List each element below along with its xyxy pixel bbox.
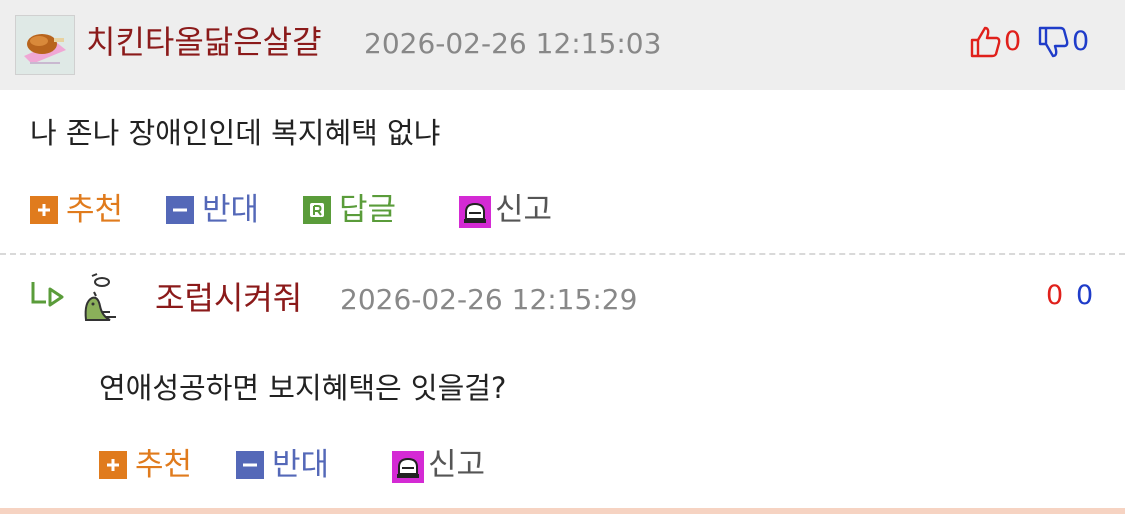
recommend-button[interactable]: 추천 <box>30 188 123 232</box>
report-button[interactable]: 신고 <box>459 188 552 232</box>
plus-icon <box>99 451 127 479</box>
minus-icon <box>236 451 264 479</box>
oppose-button[interactable]: 반대 <box>166 188 259 232</box>
comment-header: 치킨타올닮은살걀 2026-02-26 12:15:03 0 0 <box>0 0 1125 90</box>
up-count[interactable]: 0 <box>1046 276 1063 316</box>
comment-content: 연애성공하면 보지혜택은 잇을걸? <box>99 371 507 405</box>
comment-date: 2026-02-26 12:15:29 <box>340 283 638 316</box>
comment-date: 2026-02-26 12:15:03 <box>364 27 662 60</box>
oppose-label: 반대 <box>202 192 260 228</box>
user-avatar[interactable] <box>15 15 75 75</box>
plus-icon <box>30 196 58 224</box>
thumbs-down-icon <box>1036 25 1070 59</box>
report-label: 신고 <box>495 192 553 228</box>
section-bottom-border <box>0 508 1125 514</box>
comment-content: 나 존나 장애인인데 복지혜택 없냐 <box>30 116 441 150</box>
recommend-label: 추천 <box>66 192 124 228</box>
down-count[interactable]: 0 <box>1076 276 1093 316</box>
user-avatar[interactable] <box>80 272 120 326</box>
down-vote[interactable]: 0 <box>1036 22 1089 62</box>
nickname[interactable]: 치킨타올닮은살걀 <box>86 20 322 64</box>
reply-button[interactable]: 답글 <box>303 188 396 232</box>
minus-icon <box>166 196 194 224</box>
nickname[interactable]: 조럽시켜줘 <box>155 276 302 320</box>
recommend-label: 추천 <box>135 447 193 483</box>
siren-icon <box>392 451 424 483</box>
siren-icon <box>459 196 491 228</box>
up-count: 0 <box>1004 26 1022 57</box>
up-vote[interactable]: 0 <box>968 22 1021 62</box>
report-label: 신고 <box>428 447 486 483</box>
comment-divider <box>0 253 1125 255</box>
reply-label: 답글 <box>339 192 397 228</box>
thumbs-up-icon <box>968 25 1002 59</box>
report-button[interactable]: 신고 <box>392 443 485 487</box>
oppose-button[interactable]: 반대 <box>236 443 329 487</box>
recommend-button[interactable]: 추천 <box>99 443 192 487</box>
reply-arrow-icon <box>30 280 68 312</box>
oppose-label: 반대 <box>272 447 330 483</box>
reply-r-icon <box>303 196 331 224</box>
down-count: 0 <box>1072 26 1090 57</box>
